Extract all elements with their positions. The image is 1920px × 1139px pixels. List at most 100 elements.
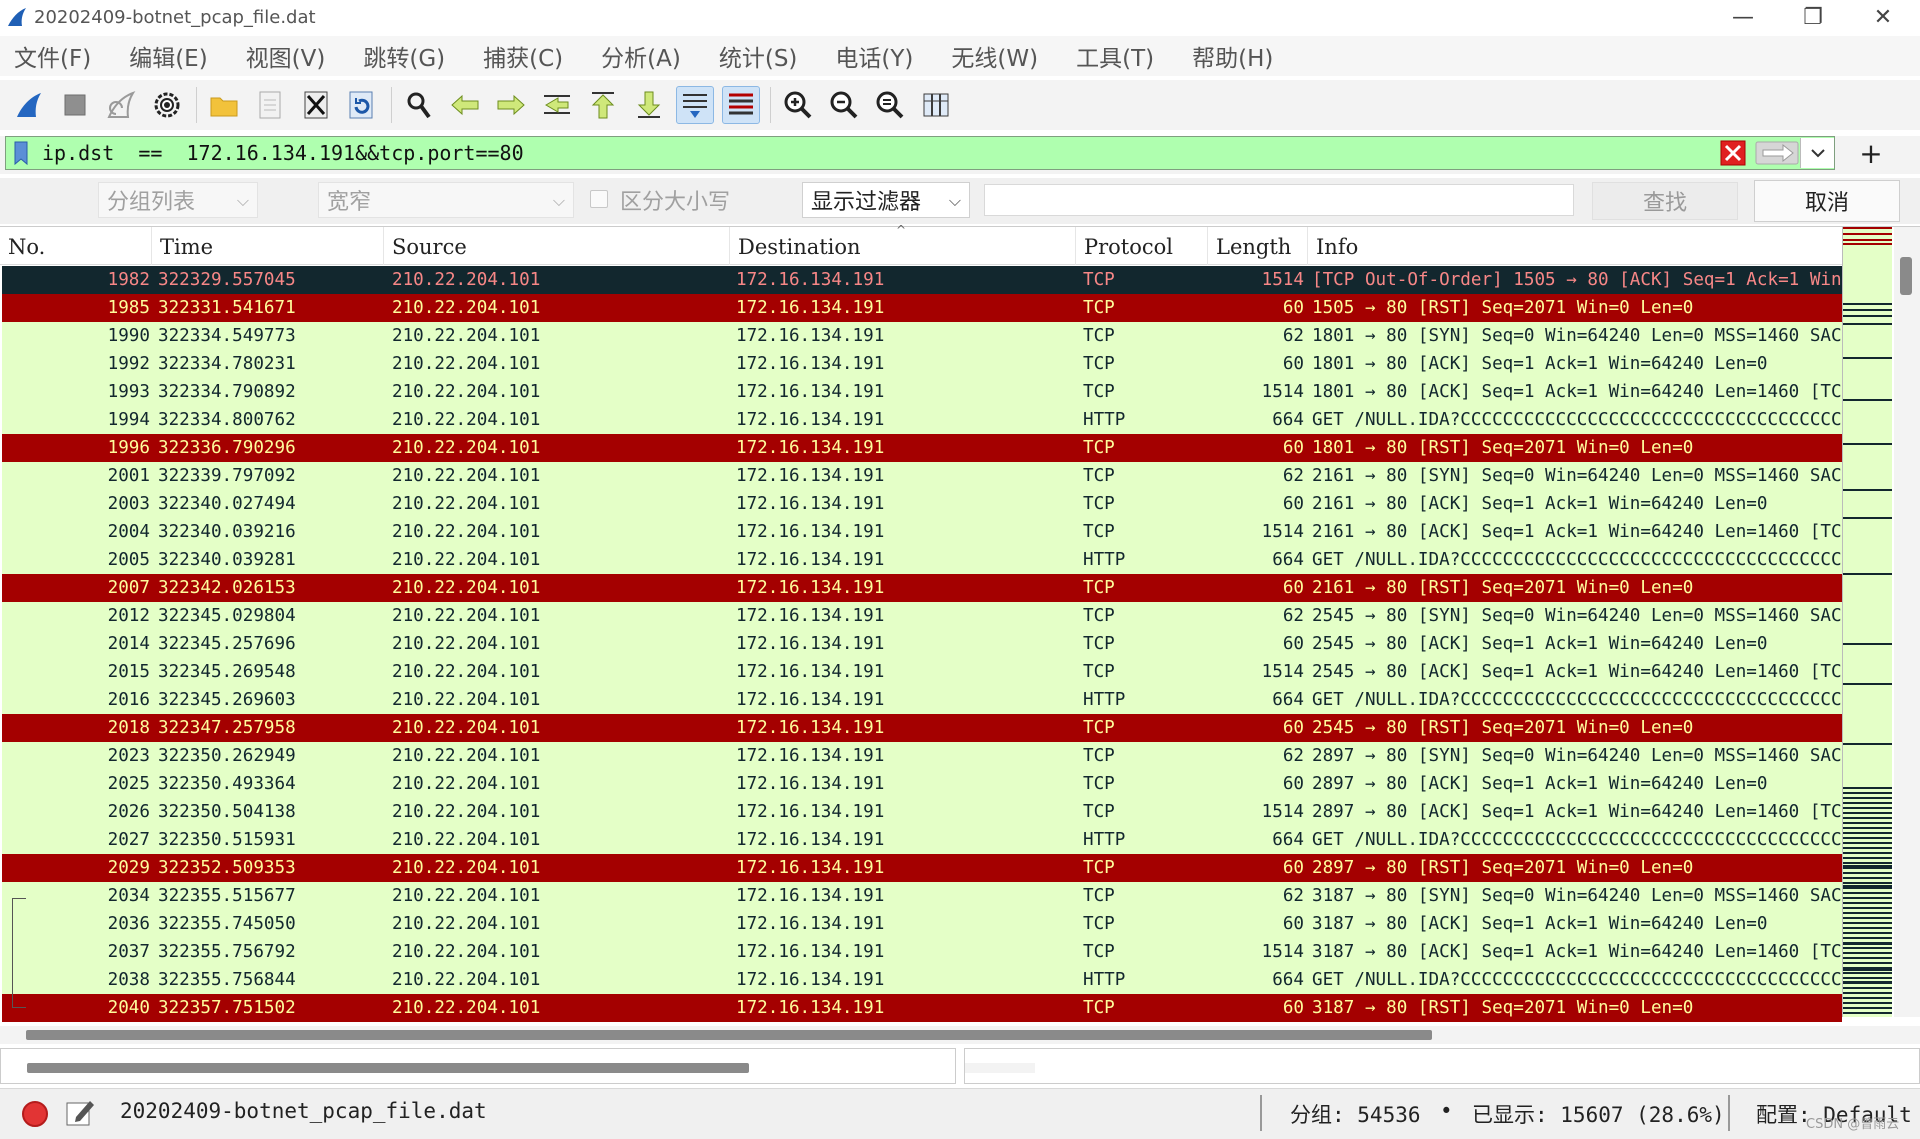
packet-row[interactable]: 1990 322334.549773 210.22.204.101 172.16.13…: [2, 322, 1842, 350]
packet-row[interactable]: 2014 322345.257696 210.22.204.101 172.16.13…: [2, 630, 1842, 658]
vertical-scrollbar[interactable]: [1894, 227, 1920, 1017]
find-packet-magnifier-icon[interactable]: [400, 86, 438, 124]
packet-row[interactable]: 1982 322329.557045 210.22.204.101 172.16.13…: [2, 266, 1842, 294]
packet-row[interactable]: 2004 322340.039216 210.22.204.101 172.16.13…: [2, 518, 1842, 546]
minimize-button[interactable]: —: [1708, 0, 1778, 34]
packet-row[interactable]: 2037 322355.756792 210.22.204.101 172.16.13…: [2, 938, 1842, 966]
auto-scroll-icon[interactable]: [676, 86, 714, 124]
packet-cell-len: 60: [1282, 354, 1304, 374]
packet-row[interactable]: 2015 322345.269548 210.22.204.101 172.16.13…: [2, 658, 1842, 686]
close-file-icon[interactable]: [297, 86, 335, 124]
packet-cell-proto: TCP: [1083, 326, 1115, 346]
find-search-input[interactable]: [984, 184, 1574, 216]
find-button[interactable]: 查找: [1592, 182, 1738, 220]
packet-row[interactable]: 2029 322352.509353 210.22.204.101 172.16.13…: [2, 854, 1842, 882]
packet-bytes-pane[interactable]: [964, 1048, 1920, 1084]
minimap-stripe: [1843, 907, 1892, 909]
status-separator: [1260, 1095, 1262, 1131]
go-to-packet-icon[interactable]: [538, 86, 576, 124]
capture-comment-edit-icon[interactable]: [64, 1097, 96, 1129]
details-scrollbar-thumb[interactable]: [27, 1063, 749, 1073]
menu-capture[interactable]: 捕获(C): [479, 37, 567, 75]
close-window-button[interactable]: ✕: [1848, 0, 1918, 34]
packet-row[interactable]: 1994 322334.800762 210.22.204.101 172.16.13…: [2, 406, 1842, 434]
packet-row[interactable]: 2025 322350.493364 210.22.204.101 172.16.13…: [2, 770, 1842, 798]
packet-minimap[interactable]: [1842, 227, 1892, 1017]
search-type-select[interactable]: 显示过滤器 ⌵: [802, 182, 970, 218]
zoom-out-icon[interactable]: [825, 86, 863, 124]
normal-size-icon[interactable]: [871, 86, 909, 124]
column-header-length[interactable]: Length: [1208, 227, 1308, 265]
start-capture-shark-fin-icon[interactable]: [10, 86, 48, 124]
menu-statistics[interactable]: 统计(S): [715, 37, 802, 75]
last-packet-icon[interactable]: [630, 86, 668, 124]
column-header-info[interactable]: Info: [1308, 227, 1842, 265]
zoom-in-icon[interactable]: [779, 86, 817, 124]
restart-capture-icon[interactable]: [102, 86, 140, 124]
horizontal-scrollbar[interactable]: [0, 1026, 1920, 1044]
packet-row[interactable]: 1996 322336.790296 210.22.204.101 172.16.13…: [2, 434, 1842, 462]
menu-edit[interactable]: 编辑(E): [125, 37, 211, 75]
packet-row[interactable]: 1992 322334.780231 210.22.204.101 172.16.13…: [2, 350, 1842, 378]
reload-file-icon[interactable]: [343, 86, 381, 124]
column-header-protocol[interactable]: Protocol: [1076, 227, 1208, 265]
packet-row[interactable]: 2027 322350.515931 210.22.204.101 172.16.13…: [2, 826, 1842, 854]
apply-filter-arrow-icon[interactable]: [1754, 138, 1800, 168]
packet-row[interactable]: 2026 322350.504138 210.22.204.101 172.16.13…: [2, 798, 1842, 826]
case-sensitive-checkbox[interactable]: [590, 190, 608, 208]
filter-history-chevron-down-icon[interactable]: [1800, 138, 1834, 168]
charset-select[interactable]: 宽窄 ⌵: [318, 182, 574, 218]
column-header-source[interactable]: Source: [384, 227, 730, 265]
open-folder-icon[interactable]: [205, 86, 243, 124]
packet-row[interactable]: 2038 322355.756844 210.22.204.101 172.16.13…: [2, 966, 1842, 994]
menu-help[interactable]: 帮助(H): [1188, 37, 1277, 75]
cancel-find-button[interactable]: 取消: [1754, 180, 1900, 222]
packet-row[interactable]: 1993 322334.790892 210.22.204.101 172.16.13…: [2, 378, 1842, 406]
menu-analyze[interactable]: 分析(A): [597, 37, 685, 75]
go-forward-arrow-icon[interactable]: [492, 86, 530, 124]
capture-options-gear-icon[interactable]: [148, 86, 186, 124]
maximize-button[interactable]: ❐: [1778, 0, 1848, 34]
packet-row[interactable]: 2036 322355.745050 210.22.204.101 172.16.13…: [2, 910, 1842, 938]
packet-row[interactable]: 2023 322350.262949 210.22.204.101 172.16.13…: [2, 742, 1842, 770]
minimap-stripe: [1843, 887, 1892, 889]
filter-bookmark-icon[interactable]: [6, 137, 36, 169]
column-header-no[interactable]: No.: [0, 227, 152, 265]
go-back-arrow-icon[interactable]: [446, 86, 484, 124]
packet-details-pane[interactable]: [0, 1048, 956, 1084]
clear-filter-icon[interactable]: [1718, 138, 1748, 168]
display-filter-input[interactable]: [36, 138, 1718, 168]
packet-row[interactable]: 2005 322340.039281 210.22.204.101 172.16.13…: [2, 546, 1842, 574]
menu-go[interactable]: 跳转(G): [359, 37, 449, 75]
packet-row[interactable]: 2016 322345.269603 210.22.204.101 172.16.13…: [2, 686, 1842, 714]
packet-row[interactable]: 2003 322340.027494 210.22.204.101 172.16.13…: [2, 490, 1842, 518]
packet-row[interactable]: 2001 322339.797092 210.22.204.101 172.16.13…: [2, 462, 1842, 490]
menu-telephony[interactable]: 电话(Y): [831, 37, 917, 75]
search-scope-select[interactable]: 分组列表 ⌵: [98, 182, 258, 218]
vertical-scrollbar-thumb[interactable]: [1900, 257, 1912, 295]
stop-capture-icon[interactable]: [56, 86, 94, 124]
first-packet-icon[interactable]: [584, 86, 622, 124]
add-filter-button[interactable]: +: [1856, 137, 1886, 170]
menu-view[interactable]: 视图(V): [242, 37, 330, 75]
bytes-scrollbar-track[interactable]: [965, 1063, 1035, 1073]
packet-row[interactable]: 2040 322357.751502 210.22.204.101 172.16.13…: [2, 994, 1842, 1022]
menu-file[interactable]: 文件(F): [10, 37, 95, 75]
column-header-time[interactable]: Time: [152, 227, 384, 265]
packet-cell-proto: TCP: [1083, 466, 1115, 486]
minimap-stripe: [1843, 837, 1892, 839]
colorize-list-icon[interactable]: [722, 86, 760, 124]
expert-info-red-dot-icon[interactable]: [22, 1101, 48, 1127]
menu-tools[interactable]: 工具(T): [1072, 37, 1158, 75]
toolbar-separator: [391, 87, 392, 123]
menu-wireless[interactable]: 无线(W): [947, 37, 1042, 75]
resize-columns-icon[interactable]: [917, 86, 955, 124]
packet-row[interactable]: 2034 322355.515677 210.22.204.101 172.16.13…: [2, 882, 1842, 910]
packet-row[interactable]: 1985 322331.541671 210.22.204.101 172.16.13…: [2, 294, 1842, 322]
packet-row[interactable]: 2018 322347.257958 210.22.204.101 172.16.13…: [2, 714, 1842, 742]
packet-cell-proto: TCP: [1083, 382, 1115, 402]
horizontal-scrollbar-thumb[interactable]: [26, 1030, 1432, 1040]
packet-row[interactable]: 2007 322342.026153 210.22.204.101 172.16.13…: [2, 574, 1842, 602]
save-file-icon[interactable]: [251, 86, 289, 124]
packet-row[interactable]: 2012 322345.029804 210.22.204.101 172.16.13…: [2, 602, 1842, 630]
